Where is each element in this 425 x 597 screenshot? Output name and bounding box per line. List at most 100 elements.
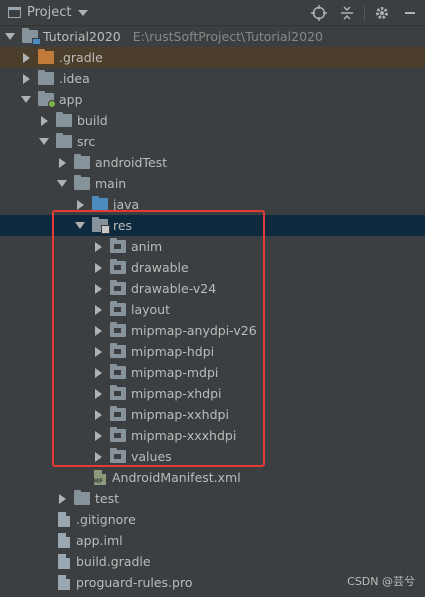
- expand-arrow-icon[interactable]: [38, 115, 50, 127]
- expand-arrow-icon[interactable]: [38, 136, 50, 148]
- expand-arrow-icon[interactable]: [92, 241, 104, 253]
- tree-item-label: .gitignore: [76, 512, 136, 527]
- module-folder-icon: [38, 91, 56, 108]
- folder-icon: [110, 385, 126, 400]
- expand-arrow-icon[interactable]: [92, 283, 104, 295]
- expand-arrow-icon[interactable]: [92, 409, 104, 421]
- expand-arrow-icon[interactable]: [92, 346, 104, 358]
- tree-item-test[interactable]: test: [0, 488, 425, 509]
- gradle-file-icon: [58, 554, 70, 569]
- expand-arrow-icon[interactable]: [92, 262, 104, 274]
- tree-item-drawable-v24[interactable]: drawable-v24: [0, 278, 425, 299]
- tree-item-label: proguard-rules.pro: [76, 575, 193, 590]
- project-title: Project: [27, 5, 72, 20]
- tree-item-app[interactable]: app: [0, 89, 425, 110]
- tree-item-anim[interactable]: anim: [0, 236, 425, 257]
- tree-item-label: .gradle: [59, 50, 103, 65]
- manifest-file-icon: [93, 470, 106, 485]
- tree-item-layout[interactable]: layout: [0, 299, 425, 320]
- tree-item-manifest[interactable]: AndroidManifest.xml: [0, 467, 425, 488]
- expand-arrow-icon[interactable]: [92, 388, 104, 400]
- tree-item-root[interactable]: Tutorial2020 E:\rustSoftProject\Tutorial…: [0, 26, 425, 47]
- crosshair-icon[interactable]: [308, 2, 330, 24]
- expand-arrow-icon[interactable]: [56, 157, 68, 169]
- folder-icon: [110, 406, 126, 421]
- tree-item-label: app.iml: [76, 533, 123, 548]
- tree-item-values[interactable]: values: [0, 446, 425, 467]
- tree-item-src[interactable]: src: [0, 131, 425, 152]
- expand-arrow-icon[interactable]: [92, 430, 104, 442]
- folder-icon: [110, 301, 126, 316]
- project-view-selector[interactable]: Project: [0, 0, 89, 25]
- tree-item-label: mipmap-anydpi-v26: [131, 323, 257, 338]
- folder-icon: [110, 448, 126, 463]
- tree-item-mipmap-xhdpi[interactable]: mipmap-xhdpi: [0, 383, 425, 404]
- tree-item-mipmap-mdpi[interactable]: mipmap-mdpi: [0, 362, 425, 383]
- tree-item-build-gradle[interactable]: build.gradle: [0, 551, 425, 572]
- project-folder-icon: [22, 28, 41, 45]
- expand-arrow-icon[interactable]: [92, 451, 104, 463]
- tree-item-label: test: [95, 491, 120, 506]
- folder-icon: [110, 259, 126, 274]
- tree-item-label: drawable: [131, 260, 189, 275]
- folder-icon: [74, 154, 90, 169]
- folder-icon: [74, 490, 90, 505]
- toolbar-divider: [364, 4, 365, 21]
- expand-arrow-icon[interactable]: [74, 220, 86, 232]
- tree-item-label: mipmap-hdpi: [131, 344, 215, 359]
- folder-icon: [110, 427, 126, 442]
- text-file-icon: [58, 512, 70, 527]
- expand-arrow-icon[interactable]: [74, 199, 86, 211]
- tree-item-label: mipmap-mdpi: [131, 365, 219, 380]
- tree-item-drawable[interactable]: drawable: [0, 257, 425, 278]
- expand-arrow-icon[interactable]: [56, 493, 68, 505]
- tree-item-mipmap-xxhdpi[interactable]: mipmap-xxhdpi: [0, 404, 425, 425]
- tree-item-java[interactable]: java: [0, 194, 425, 215]
- tree-item-main[interactable]: main: [0, 173, 425, 194]
- tree-item-res[interactable]: res: [0, 215, 425, 236]
- expand-arrow-icon[interactable]: [92, 304, 104, 316]
- expand-arrow-icon[interactable]: [20, 73, 32, 85]
- tree-item-label: main: [95, 176, 127, 191]
- expand-arrow-icon[interactable]: [92, 325, 104, 337]
- minimize-icon[interactable]: [399, 2, 421, 24]
- expand-arrow-icon[interactable]: [92, 367, 104, 379]
- tree-item-label: values: [131, 449, 172, 464]
- resource-folder-icon: [92, 217, 110, 234]
- tree-item-androidtest[interactable]: androidTest: [0, 152, 425, 173]
- expand-arrow-icon[interactable]: [56, 178, 68, 190]
- folder-icon: [56, 112, 72, 127]
- expand-arrow-icon[interactable]: [20, 94, 32, 106]
- tree-item-app-iml[interactable]: app.iml: [0, 530, 425, 551]
- tree-item-gitignore[interactable]: .gitignore: [0, 509, 425, 530]
- tree-item-mipmap-hdpi[interactable]: mipmap-hdpi: [0, 341, 425, 362]
- project-window-icon: [8, 7, 21, 18]
- tree-item-label: drawable-v24: [131, 281, 217, 296]
- tree-item-mipmap-anydpi-v26[interactable]: mipmap-anydpi-v26: [0, 320, 425, 341]
- folder-icon: [74, 175, 90, 190]
- tree-item-label: .idea: [59, 71, 90, 86]
- tree-item-label: mipmap-xxxhdpi: [131, 428, 237, 443]
- tree-item-label: src: [77, 134, 96, 149]
- expand-arrow-icon[interactable]: [20, 52, 32, 64]
- folder-icon: [110, 280, 126, 295]
- project-toolbar: Project: [0, 0, 425, 26]
- tree-item-label: Tutorial2020: [43, 29, 121, 44]
- tree-item-idea[interactable]: .idea: [0, 68, 425, 89]
- tree-item-label: build: [77, 113, 108, 128]
- text-file-icon: [58, 575, 70, 590]
- tree-item-gradle[interactable]: .gradle: [0, 47, 425, 68]
- watermark: CSDN @芸兮: [347, 575, 415, 588]
- expand-arrow-icon[interactable]: [4, 31, 16, 43]
- dropdown-caret-icon[interactable]: [78, 9, 89, 16]
- tree-item-build[interactable]: build: [0, 110, 425, 131]
- tree-item-mipmap-xxxhdpi[interactable]: mipmap-xxxhdpi: [0, 425, 425, 446]
- folder-icon: [110, 364, 126, 379]
- gear-icon[interactable]: [371, 2, 393, 24]
- collapse-icon[interactable]: [336, 2, 358, 24]
- source-folder-icon: [92, 196, 108, 211]
- folder-icon: [56, 133, 72, 148]
- folder-icon: [38, 70, 54, 85]
- tree-item-label: mipmap-xhdpi: [131, 386, 222, 401]
- tree-item-label: mipmap-xxhdpi: [131, 407, 229, 422]
